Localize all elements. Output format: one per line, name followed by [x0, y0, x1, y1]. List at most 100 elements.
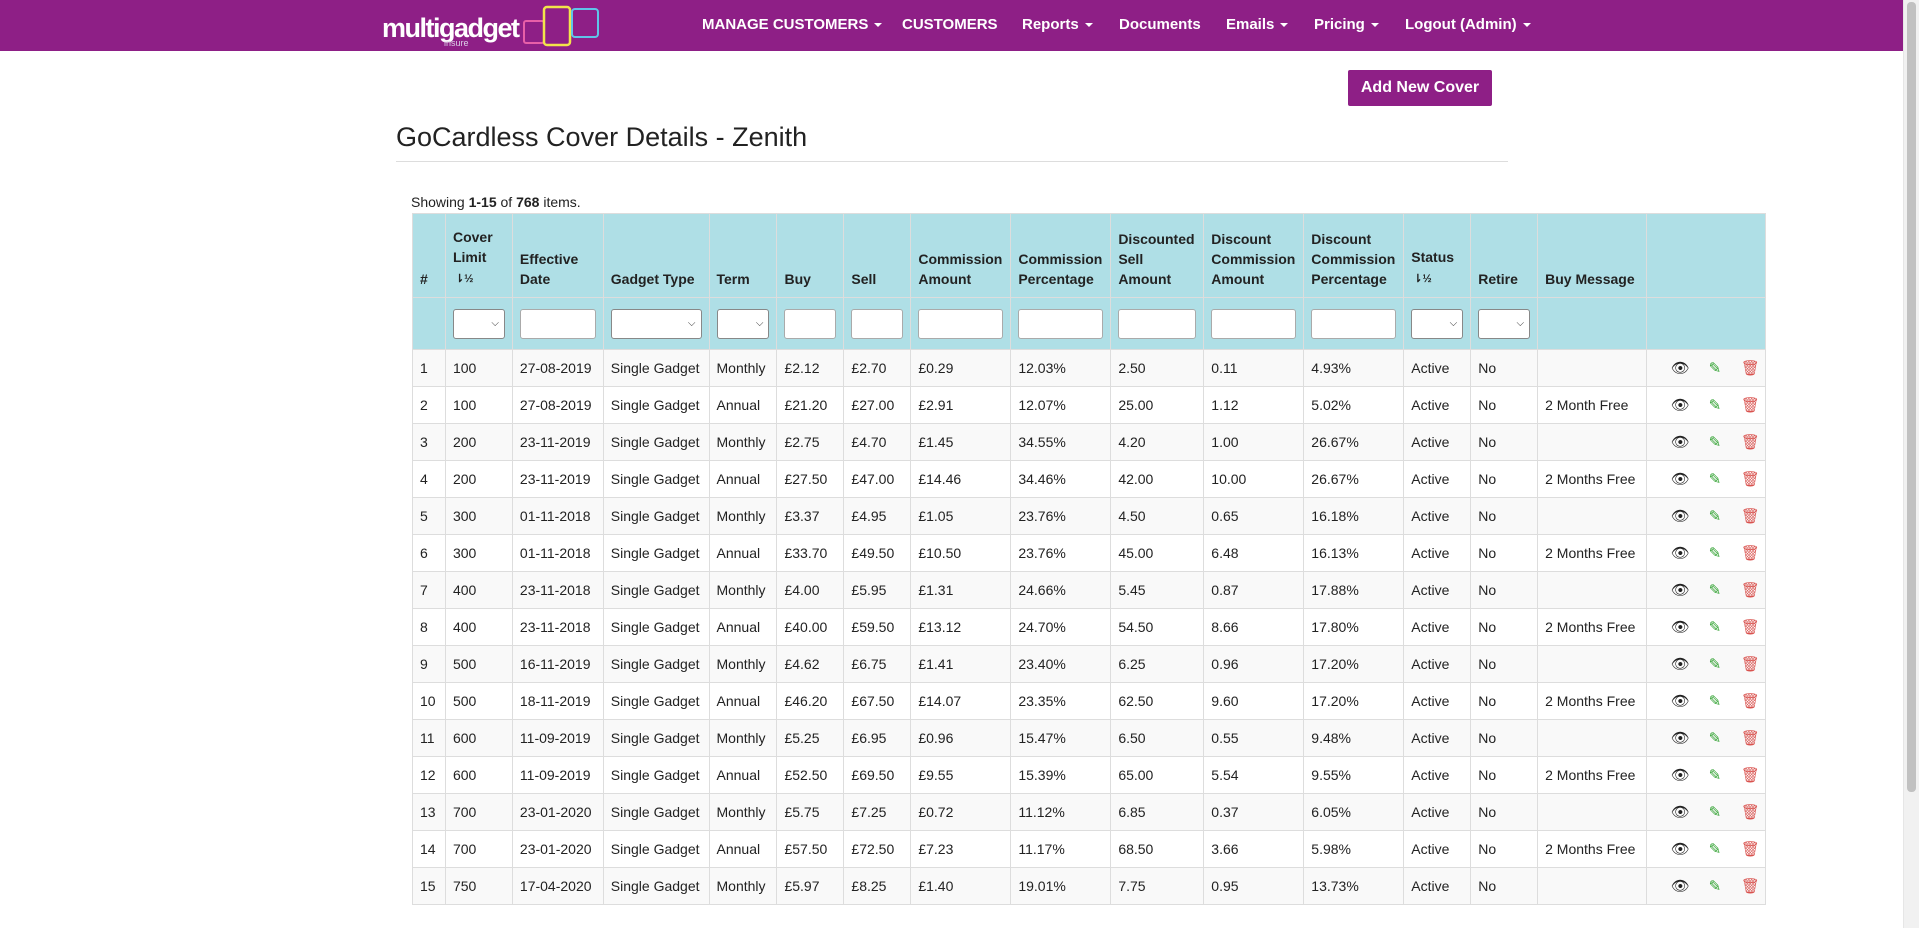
eye-icon[interactable]: 👁 — [1671, 729, 1690, 747]
header-buy[interactable]: Buy — [776, 213, 845, 298]
filter-discount-commission-percentage-input[interactable] — [1311, 308, 1397, 339]
add-new-cover-button[interactable]: Add New Cover — [1348, 70, 1492, 106]
trash-icon[interactable]: 🗑 — [1741, 655, 1760, 673]
header-effective-date[interactable]: Effective Date — [511, 213, 604, 298]
trash-icon[interactable]: 🗑 — [1741, 840, 1760, 858]
eye-icon[interactable]: 👁 — [1671, 877, 1690, 895]
header-discount-commission-amount[interactable]: Discount Commission Amount — [1203, 213, 1305, 298]
pencil-icon[interactable]: ✎ — [1707, 692, 1723, 710]
scrollbar-thumb[interactable] — [1907, 2, 1916, 792]
trash-icon[interactable]: 🗑 — [1741, 618, 1760, 636]
eye-icon[interactable]: 👁 — [1671, 544, 1690, 562]
header-sell[interactable]: Sell — [843, 213, 912, 298]
pencil-icon[interactable]: ✎ — [1707, 507, 1723, 525]
eye-icon[interactable]: 👁 — [1671, 655, 1690, 673]
pencil-icon[interactable]: ✎ — [1707, 803, 1723, 821]
nav-customers[interactable]: CUSTOMERS — [902, 16, 998, 33]
pencil-icon[interactable]: ✎ — [1707, 766, 1723, 784]
filter-gadget-type-select[interactable]: ⌵ — [610, 308, 702, 339]
trash-icon[interactable]: 🗑 — [1741, 877, 1760, 895]
cell-commission-amount: £14.07 — [910, 682, 1012, 720]
eye-icon[interactable]: 👁 — [1671, 618, 1690, 636]
cell-discount-commission-percentage: 5.98% — [1303, 830, 1405, 868]
header-buy-message[interactable]: Buy Message — [1537, 213, 1647, 298]
header-gadget-type[interactable]: Gadget Type — [602, 213, 710, 298]
eye-icon[interactable]: 👁 — [1671, 470, 1690, 488]
sort-numeric-icon[interactable]: ⇂½ — [1413, 269, 1431, 289]
pencil-icon[interactable]: ✎ — [1707, 840, 1723, 858]
nav-reports[interactable]: Reports — [1022, 16, 1093, 33]
table-row: 5 300 01-11-2018 Single Gadget Monthly £3.37 £… — [412, 497, 1767, 535]
header-retire[interactable]: Retire — [1470, 213, 1539, 298]
eye-icon[interactable]: 👁 — [1671, 692, 1690, 710]
eye-icon[interactable]: 👁 — [1671, 507, 1690, 525]
filter-sell-input[interactable] — [851, 308, 904, 339]
filter-cover-limit-select[interactable]: ⌵ — [452, 308, 505, 339]
cell-row-number: 10 — [412, 682, 446, 720]
nav-documents[interactable]: Documents — [1119, 16, 1201, 33]
eye-icon[interactable]: 👁 — [1671, 803, 1690, 821]
pencil-icon[interactable]: ✎ — [1707, 618, 1723, 636]
pencil-icon[interactable]: ✎ — [1707, 433, 1723, 451]
page-scrollbar[interactable] — [1903, 0, 1919, 928]
header-discounted-sell-amount[interactable]: Discounted Sell Amount — [1110, 213, 1205, 298]
filter-cover-limit-cell: ⌵ — [444, 297, 513, 350]
eye-icon[interactable]: 👁 — [1671, 433, 1690, 451]
eye-icon[interactable]: 👁 — [1671, 766, 1690, 784]
cell-sell: £72.50 — [843, 830, 912, 868]
cell-buy: £57.50 — [776, 830, 845, 868]
pencil-icon[interactable]: ✎ — [1707, 729, 1723, 747]
sort-numeric-icon[interactable]: ⇂½ — [455, 269, 473, 289]
filter-discount-commission-amount-input[interactable] — [1211, 308, 1297, 339]
trash-icon[interactable]: 🗑 — [1741, 729, 1760, 747]
eye-icon[interactable]: 👁 — [1671, 396, 1690, 414]
filter-commission-percentage-input[interactable] — [1018, 308, 1104, 339]
pencil-icon[interactable]: ✎ — [1707, 470, 1723, 488]
eye-icon[interactable]: 👁 — [1671, 840, 1690, 858]
trash-icon[interactable]: 🗑 — [1741, 766, 1760, 784]
row-actions: 👁 ✎ 🗑 — [1645, 719, 1767, 757]
trash-icon[interactable]: 🗑 — [1741, 692, 1760, 710]
eye-icon[interactable]: 👁 — [1671, 581, 1690, 599]
pencil-icon[interactable]: ✎ — [1707, 581, 1723, 599]
header-commission-percentage[interactable]: Commission Percentage — [1010, 213, 1112, 298]
header-cover-limit[interactable]: Cover Limit ⇂½ — [444, 213, 513, 298]
pencil-icon[interactable]: ✎ — [1707, 877, 1723, 895]
trash-icon[interactable]: 🗑 — [1741, 470, 1760, 488]
header-term[interactable]: Term — [708, 213, 778, 298]
row-actions: 👁 ✎ 🗑 — [1645, 571, 1767, 609]
trash-icon[interactable]: 🗑 — [1741, 544, 1760, 562]
header-status[interactable]: Status ⇂½ — [1403, 213, 1472, 298]
cell-cover-limit: 100 — [444, 349, 513, 387]
trash-icon[interactable]: 🗑 — [1741, 359, 1760, 377]
trash-icon[interactable]: 🗑 — [1741, 433, 1760, 451]
nav-emails[interactable]: Emails — [1226, 16, 1289, 33]
nav-logout[interactable]: Logout (Admin) — [1405, 16, 1531, 33]
cell-retire: No — [1470, 608, 1539, 646]
brand-logo[interactable]: multigadget insure — [380, 5, 600, 48]
pencil-icon[interactable]: ✎ — [1707, 544, 1723, 562]
trash-icon[interactable]: 🗑 — [1741, 803, 1760, 821]
trash-icon[interactable]: 🗑 — [1741, 507, 1760, 525]
pencil-icon[interactable]: ✎ — [1707, 655, 1723, 673]
nav-pricing[interactable]: Pricing — [1314, 16, 1379, 33]
filter-buy-input[interactable] — [784, 308, 837, 339]
cell-discount-commission-amount: 10.00 — [1203, 460, 1305, 498]
filter-discounted-sell-amount-input[interactable] — [1118, 308, 1197, 339]
filter-commission-amount-input[interactable] — [918, 308, 1004, 339]
nav-manage-customers[interactable]: MANAGE CUSTOMERS — [702, 16, 883, 33]
cell-discount-commission-percentage: 4.93% — [1303, 349, 1405, 387]
eye-icon[interactable]: 👁 — [1671, 359, 1690, 377]
header-commission-amount[interactable]: Commission Amount — [910, 213, 1012, 298]
header-discount-commission-percentage[interactable]: Discount Commission Percentage — [1303, 213, 1405, 298]
trash-icon[interactable]: 🗑 — [1741, 396, 1760, 414]
filter-effective-date-input[interactable] — [519, 308, 596, 339]
pencil-icon[interactable]: ✎ — [1707, 396, 1723, 414]
filter-status-select[interactable]: ⌵ — [1411, 308, 1464, 339]
trash-icon[interactable]: 🗑 — [1741, 581, 1760, 599]
pencil-icon[interactable]: ✎ — [1707, 359, 1723, 377]
cell-status: Active — [1403, 756, 1472, 794]
row-actions: 👁 ✎ 🗑 — [1645, 645, 1767, 683]
filter-retire-select[interactable]: ⌵ — [1478, 308, 1531, 339]
filter-term-select[interactable]: ⌵ — [716, 308, 770, 339]
